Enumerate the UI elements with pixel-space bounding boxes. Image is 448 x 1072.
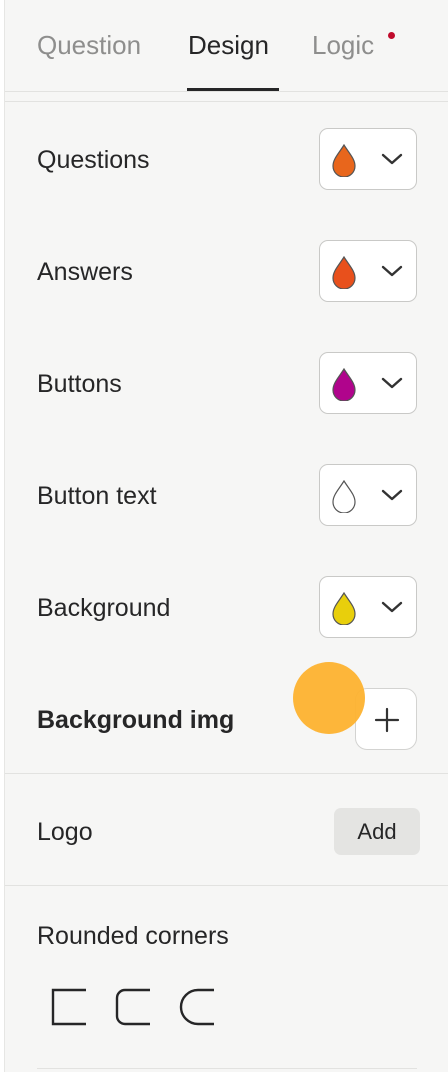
rounded-corners-icon[interactable] xyxy=(113,986,153,1028)
section-divider xyxy=(5,885,448,886)
square-corners-icon[interactable] xyxy=(49,986,89,1028)
design-panel: Question Design Logic Questions Answers … xyxy=(4,0,448,1072)
section-divider xyxy=(5,773,448,774)
cursor-highlight xyxy=(293,662,365,734)
tab-design[interactable]: Design xyxy=(188,28,269,62)
questions-color-label: Questions xyxy=(37,146,150,174)
chevron-down-icon xyxy=(381,153,403,165)
droplet-icon xyxy=(332,255,356,289)
bottom-divider xyxy=(37,1068,417,1069)
answers-color-label: Answers xyxy=(37,258,133,286)
buttons-color-select[interactable] xyxy=(319,352,417,414)
background-color-select[interactable] xyxy=(319,576,417,638)
chevron-down-icon xyxy=(381,601,403,613)
button-text-color-select[interactable] xyxy=(319,464,417,526)
droplet-icon xyxy=(332,367,356,401)
logo-label: Logo xyxy=(37,818,93,846)
background-color-label: Background xyxy=(37,594,171,622)
buttons-color-label: Buttons xyxy=(37,370,122,398)
questions-color-select[interactable] xyxy=(319,128,417,190)
chevron-down-icon xyxy=(381,377,403,389)
rounded-corners-label: Rounded corners xyxy=(37,922,229,950)
section-divider xyxy=(5,101,448,102)
notification-dot xyxy=(388,32,395,39)
droplet-icon xyxy=(332,143,356,177)
tab-question[interactable]: Question xyxy=(37,28,141,62)
chevron-down-icon xyxy=(381,265,403,277)
chevron-down-icon xyxy=(381,489,403,501)
plus-icon xyxy=(374,707,400,733)
button-text-color-label: Button text xyxy=(37,482,157,510)
add-logo-button[interactable]: Add xyxy=(334,808,420,855)
droplet-icon xyxy=(332,591,356,625)
droplet-icon xyxy=(332,479,356,513)
panel-tabs: Question Design Logic xyxy=(5,0,448,92)
extra-rounded-corners-icon[interactable] xyxy=(177,986,217,1028)
background-img-label: Background img xyxy=(37,706,235,734)
answers-color-select[interactable] xyxy=(319,240,417,302)
tabs-divider xyxy=(5,91,448,92)
tab-logic[interactable]: Logic xyxy=(312,28,374,62)
